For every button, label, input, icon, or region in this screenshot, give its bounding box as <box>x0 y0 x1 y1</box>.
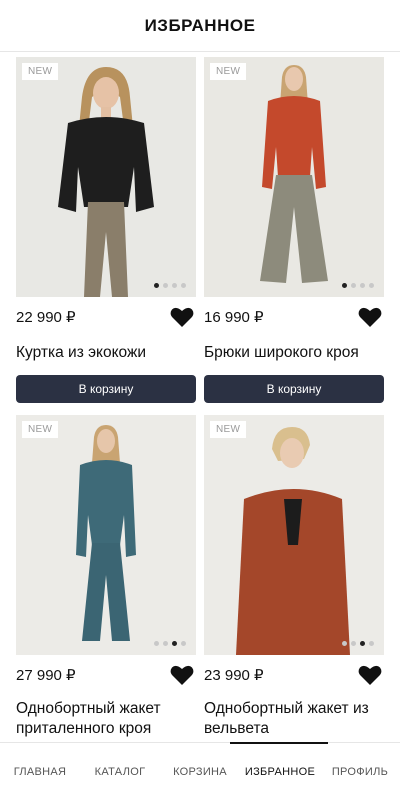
page-title: ИЗБРАННОЕ <box>144 15 256 35</box>
product-image[interactable]: NEW <box>204 57 384 297</box>
new-badge: NEW <box>22 63 59 80</box>
favorite-heart-icon[interactable] <box>358 306 382 328</box>
product-photo-wide-trousers <box>204 57 384 297</box>
pager-dot <box>342 641 347 646</box>
pager-dot <box>163 641 168 646</box>
nav-item-home[interactable]: ГЛАВНАЯ <box>0 766 80 778</box>
pager-dot <box>360 641 365 646</box>
favorites-grid: NEW 22 990 ₽ Куртка из экокожи В корзину <box>0 52 400 742</box>
pager-dot <box>360 283 365 288</box>
pager-dot <box>369 283 374 288</box>
top-bar: ИЗБРАННОЕ <box>0 0 400 52</box>
new-badge: NEW <box>22 421 59 438</box>
bottom-navigation: ГЛАВНАЯ КАТАЛОГ КОРЗИНА ИЗБРАННОЕ ПРОФИЛ… <box>0 742 400 800</box>
pager-dot <box>163 283 168 288</box>
product-title[interactable]: Куртка из экокожи <box>16 337 196 369</box>
product-title[interactable]: Однобортный жакет из вельвета <box>204 695 384 739</box>
product-image[interactable]: NEW <box>204 415 384 655</box>
pager-dot <box>154 283 159 288</box>
product-title[interactable]: Брюки широкого кроя <box>204 337 384 369</box>
pager-dot <box>172 283 177 288</box>
pager-dot <box>154 641 159 646</box>
product-price: 23 990 ₽ <box>204 667 264 684</box>
pager-dot <box>342 283 347 288</box>
image-pager-dots <box>342 641 374 646</box>
product-card[interactable]: NEW 23 990 ₽ Однобортный жакет из вельве… <box>204 415 384 739</box>
product-image[interactable]: NEW <box>16 415 196 655</box>
product-image[interactable]: NEW <box>16 57 196 297</box>
product-price: 16 990 ₽ <box>204 309 264 326</box>
add-to-cart-button[interactable]: В корзину <box>16 375 196 403</box>
add-to-cart-button[interactable]: В корзину <box>204 375 384 403</box>
product-card[interactable]: NEW 16 990 ₽ Брюки широкого кроя В корзи… <box>204 57 384 403</box>
image-pager-dots <box>154 641 186 646</box>
favorite-heart-icon[interactable] <box>170 664 194 686</box>
pager-dot <box>172 641 177 646</box>
new-badge: NEW <box>210 421 247 438</box>
new-badge: NEW <box>210 63 247 80</box>
product-photo-teal-suit <box>16 415 196 655</box>
image-pager-dots <box>342 283 374 288</box>
product-title[interactable]: Однобортный жакет приталенного кроя <box>16 695 196 739</box>
product-photo-corduroy-jacket <box>204 415 384 655</box>
nav-item-profile[interactable]: ПРОФИЛЬ <box>320 766 400 778</box>
favorite-heart-icon[interactable] <box>170 306 194 328</box>
pager-dot <box>351 641 356 646</box>
product-price: 22 990 ₽ <box>16 309 76 326</box>
pager-dot <box>181 641 186 646</box>
nav-item-favorites[interactable]: ИЗБРАННОЕ <box>240 766 320 778</box>
active-tab-indicator <box>230 742 328 744</box>
product-card[interactable]: NEW 22 990 ₽ Куртка из экокожи В корзину <box>16 57 196 403</box>
nav-item-catalog[interactable]: КАТАЛОГ <box>80 766 160 778</box>
pager-dot <box>181 283 186 288</box>
pager-dot <box>369 641 374 646</box>
pager-dot <box>351 283 356 288</box>
nav-item-cart[interactable]: КОРЗИНА <box>160 766 240 778</box>
product-price: 27 990 ₽ <box>16 667 76 684</box>
favorite-heart-icon[interactable] <box>358 664 382 686</box>
product-card[interactable]: NEW 27 990 ₽ Однобортный жакет приталенн… <box>16 415 196 739</box>
product-photo-leather-jacket <box>16 57 196 297</box>
image-pager-dots <box>154 283 186 288</box>
